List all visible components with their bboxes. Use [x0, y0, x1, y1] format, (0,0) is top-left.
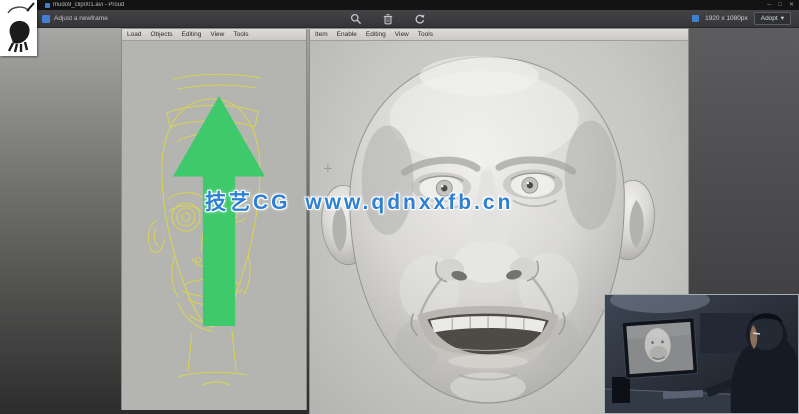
menu-item[interactable]: Load [127, 31, 141, 38]
drawing-hand-icon [0, 0, 37, 56]
adopt-button[interactable]: Adopt ▾ [753, 12, 791, 25]
app-icon [45, 2, 50, 8]
undo-arrow-icon [415, 14, 425, 24]
channel-logo [0, 0, 37, 56]
zoom-button[interactable] [350, 13, 362, 25]
delete-button[interactable] [382, 13, 394, 25]
sketch-viewport-menubar: Load Objects Editing View Tools [122, 29, 306, 41]
toolbar: Adjust a newframe 1920 x 1080px Adopt ▾ [0, 10, 799, 28]
trash-icon [383, 14, 393, 25]
artist-at-workstation-scene [605, 295, 798, 413]
window-title: mudo9_clip001.avi - Proud [53, 2, 125, 8]
menu-item[interactable]: Tools [418, 31, 433, 38]
sketch-viewport: Load Objects Editing View Tools [121, 28, 307, 410]
video-inset [604, 294, 799, 414]
close-button[interactable]: ✕ [789, 0, 794, 10]
adopt-button-label: Adopt [760, 15, 778, 22]
menu-item[interactable]: View [210, 31, 224, 38]
resolution-label: 1920 x 1080px [705, 15, 748, 22]
toolbar-file-label: Adjust a newframe [54, 15, 108, 22]
menu-item[interactable]: Enable [337, 31, 357, 38]
titlebar: mudo9_clip001.avi - Proud ─ □ ✕ [0, 0, 799, 10]
watermark-text: 技艺CG www.qdnxxfb.cn [205, 191, 514, 214]
window-controls: ─ □ ✕ [767, 0, 794, 10]
sketch-canvas[interactable] [122, 41, 306, 410]
axis-gizmo-icon [173, 96, 265, 326]
model-viewport-menubar: Item Enable Editing View Tools [310, 29, 688, 41]
undo-button[interactable] [414, 13, 426, 25]
toolbar-center-group [350, 10, 426, 28]
toolbar-right-group: 1920 x 1080px Adopt ▾ [692, 12, 791, 25]
chevron-down-icon: ▾ [780, 15, 784, 22]
menu-item[interactable]: Item [315, 31, 328, 38]
minimize-button[interactable]: ─ [767, 0, 771, 10]
toolbar-file-group: Adjust a newframe [42, 14, 108, 23]
maximize-button[interactable]: □ [778, 0, 782, 10]
document-icon [42, 14, 50, 23]
menu-item[interactable]: Editing [366, 31, 386, 38]
menu-item[interactable]: Editing [182, 31, 202, 38]
magnifier-icon [350, 13, 362, 25]
menu-item[interactable]: Tools [233, 31, 248, 38]
display-icon [692, 15, 700, 22]
app-window: mudo9_clip001.avi - Proud ─ □ ✕ Adjust a… [0, 0, 799, 414]
menu-item[interactable]: Objects [150, 31, 172, 38]
menu-item[interactable]: View [395, 31, 409, 38]
